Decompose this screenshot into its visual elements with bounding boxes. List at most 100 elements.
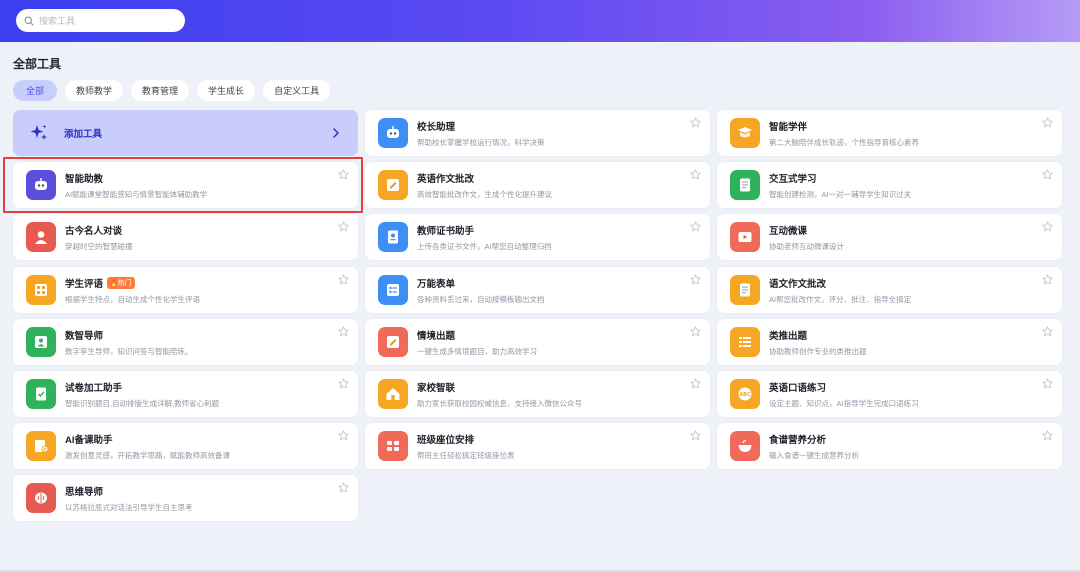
search-icon [24, 15, 34, 26]
tool-card[interactable]: 智能学伴第二大脑陪伴成长轨迹，个性指导育核心素养 [717, 110, 1062, 156]
add-tool-label: 添加工具 [64, 129, 103, 140]
tool-card[interactable]: 互动微课 协助老师互动微课设计 [717, 214, 1062, 260]
tool-name: 学生评语 🔥热门 [65, 276, 200, 290]
star-icon[interactable] [690, 221, 701, 232]
play-icon [730, 222, 760, 252]
star-icon[interactable] [338, 430, 349, 441]
tool-name-text: 英语作文批改 [417, 173, 475, 185]
tool-card[interactable]: 学生评语 🔥热门 根据学生特点，自动生成个性化学生评语 [13, 267, 358, 313]
tool-description: 数字孪生导师，知识问答与智能陪练。 [65, 346, 193, 356]
tool-card[interactable]: 英语作文批改 高效智能批改作文，生成个性化提升建议 [365, 162, 710, 208]
search-box[interactable] [16, 9, 185, 32]
tool-name: 交互式学习 [769, 171, 911, 185]
tab-4[interactable]: 自定义工具 [263, 80, 331, 101]
star-icon[interactable] [1042, 221, 1053, 232]
tool-name-text: 试卷加工助手 [65, 382, 123, 394]
tool-name: 班级座位安排 [417, 432, 515, 446]
tool-card[interactable]: 万能表单各种资料丢过来，自动按模板输出文档 [365, 267, 710, 313]
tool-card[interactable]: AI备课助手激发创意灵感，开拓教学思路，赋能教师高效备课 [13, 423, 358, 469]
tool-name: 智能学伴 [769, 119, 919, 133]
tool-name: 互动微课 [769, 223, 844, 237]
tool-description: 帮班主任轻松搞定班级座位表 [417, 450, 515, 460]
tool-name-text: 智能助教 [65, 173, 104, 185]
tool-name: 情境出题 [417, 328, 537, 342]
tool-name: 试卷加工助手 [65, 380, 219, 394]
tool-description: 第二大脑陪伴成长轨迹，个性指导育核心素养 [769, 137, 919, 147]
tool-card[interactable]: 校长助理 帮助校长掌握学校运行情况，科学决策 [365, 110, 710, 156]
star-icon[interactable] [338, 274, 349, 285]
seats-icon [378, 431, 408, 461]
star-icon[interactable] [1042, 274, 1053, 285]
tool-card[interactable]: 交互式学习 智能创建检测，AI一对一辅导学生知识过关 [717, 162, 1062, 208]
tab-3[interactable]: 学生成长 [197, 80, 256, 101]
star-icon[interactable] [690, 378, 701, 389]
tool-name-text: 交互式学习 [769, 173, 817, 185]
tool-card[interactable]: 数智导师数字孪生导师，知识问答与智能陪练。 [13, 319, 358, 365]
tool-card[interactable]: 食谱营养分析输入食谱一键生成营养分析 [717, 423, 1062, 469]
star-icon[interactable] [1042, 169, 1053, 180]
hot-badge: 🔥热门 [107, 276, 135, 289]
book-icon [730, 118, 760, 148]
star-icon[interactable] [690, 117, 701, 128]
tool-card[interactable]: 古今名人对谈 穿越时空的智慧碰撞 [13, 214, 358, 260]
tool-description: 一键生成多情境题目，助力高效学习 [417, 346, 537, 356]
tool-name: 食谱营养分析 [769, 432, 859, 446]
tool-description: 输入食谱一键生成营养分析 [769, 450, 859, 460]
add-tool-card[interactable]: 添加工具 [13, 110, 358, 156]
star-icon[interactable] [1042, 378, 1053, 389]
star-icon[interactable] [1042, 117, 1053, 128]
tool-card[interactable]: 思维导师 以苏格拉底式对话法引导学生自主思考 [13, 475, 358, 521]
star-icon[interactable] [1042, 326, 1053, 337]
sparkle-icon [30, 124, 47, 140]
abc-icon: ABC [730, 379, 760, 409]
grid-icon [26, 275, 56, 305]
tool-name: 古今名人对谈 [65, 223, 133, 237]
tool-name: AI备课助手 [65, 432, 230, 446]
tool-description: 穿越时空的智慧碰撞 [65, 241, 133, 251]
tool-card[interactable]: 教师证书助手 上传各类证书文件，AI帮您自动整理归档 [365, 214, 710, 260]
tool-card[interactable]: 智能助教 AI赋能课堂智能感知与情景智能体辅助教学 [13, 162, 358, 208]
section-title: 全部工具 [13, 57, 62, 71]
home-icon [378, 379, 408, 409]
star-icon[interactable] [690, 274, 701, 285]
star-icon[interactable] [338, 221, 349, 232]
chevron-right-icon [333, 128, 339, 138]
star-icon[interactable] [690, 326, 701, 337]
certificate-icon [378, 222, 408, 252]
tool-description: 各种资料丢过来，自动按模板输出文档 [417, 294, 545, 304]
tool-name: 万能表单 [417, 276, 545, 290]
tool-description: 激发创意灵感，开拓教学思路，赋能教师高效备课 [65, 450, 230, 460]
tool-description: 以苏格拉底式对话法引导学生自主思考 [65, 502, 193, 512]
document-icon [730, 275, 760, 305]
tool-name: 智能助教 [65, 171, 207, 185]
tool-name-text: 校长助理 [417, 121, 456, 133]
document-icon [730, 170, 760, 200]
star-icon[interactable] [338, 378, 349, 389]
tool-description: 助力家长获取校园权威信息，支持接入微信公众号 [417, 398, 582, 408]
tool-name: 英语口语练习 [769, 380, 919, 394]
star-icon[interactable] [690, 169, 701, 180]
tab-0[interactable]: 全部 [13, 80, 58, 101]
tool-card[interactable]: 试卷加工助手 智能识别题目,自动排版生成详解,教师省心利题 [13, 371, 358, 417]
star-icon[interactable] [690, 430, 701, 441]
bowl-icon [730, 431, 760, 461]
tool-card[interactable]: 班级座位安排帮班主任轻松搞定班级座位表 [365, 423, 710, 469]
search-input[interactable] [39, 15, 169, 26]
star-icon[interactable] [338, 482, 349, 493]
tool-name-text: 互动微课 [769, 225, 808, 237]
star-icon[interactable] [338, 326, 349, 337]
tool-card[interactable]: ABC 英语口语练习 设定主题、知识点，AI指导学生完成口语练习 [717, 371, 1062, 417]
tool-card[interactable]: 类推出题 协助教师创作专业的类推出题 [717, 319, 1062, 365]
tool-description: AI赋能课堂智能感知与情景智能体辅助教学 [65, 189, 208, 199]
tab-1[interactable]: 教师教学 [65, 80, 124, 101]
tab-2[interactable]: 教育管理 [131, 80, 190, 101]
tool-name: 教师证书助手 [417, 223, 552, 237]
tool-card[interactable]: 家校智联 助力家长获取校园权威信息，支持接入微信公众号 [365, 371, 710, 417]
star-icon[interactable] [1042, 430, 1053, 441]
star-icon[interactable] [338, 169, 349, 180]
tool-name-text: 古今名人对谈 [65, 225, 123, 237]
category-tabs: 全部 教师教学 教育管理 学生成长 自定义工具 [13, 80, 331, 101]
tool-card[interactable]: 情境出题一键生成多情境题目，助力高效学习 [365, 319, 710, 365]
tool-card[interactable]: 语文作文批改 AI帮您批改作文，评分、批注、指导全搞定 [717, 267, 1062, 313]
tool-name: 数智导师 [65, 328, 193, 342]
